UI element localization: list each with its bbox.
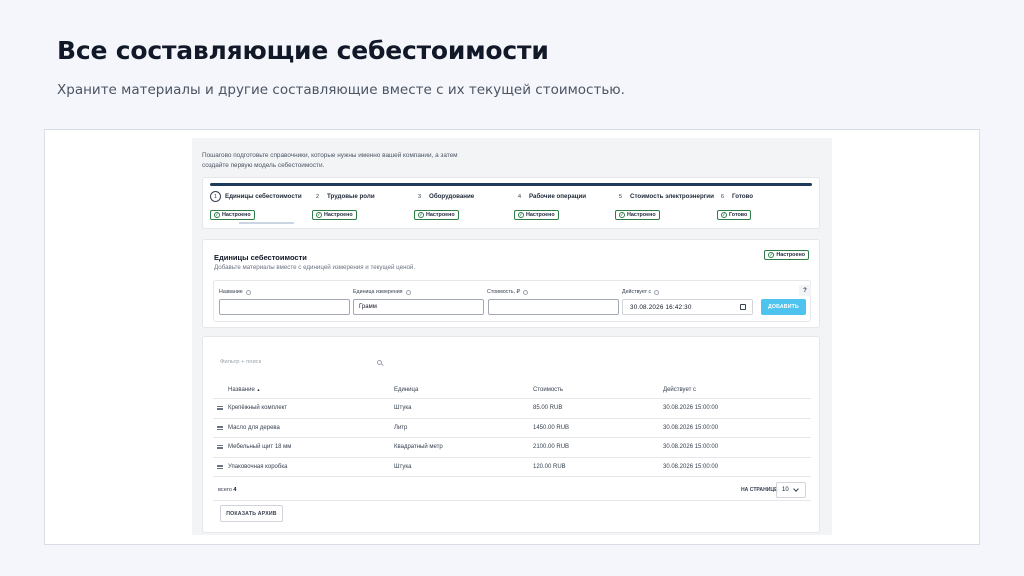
intro-text: Пошагово подготовьте справочники, которы… [202, 152, 458, 169]
unit-field[interactable]: Грамм [353, 299, 484, 315]
date-value: 30.08.2026 16:42:30 [630, 303, 692, 311]
active-step-indicator [239, 222, 294, 224]
step-number: 6 [717, 191, 728, 202]
step-number: 4 [514, 191, 525, 202]
status-badge: ✓ Настроено [615, 210, 660, 221]
step-number: 3 [414, 191, 425, 202]
cell-cost: 120.00 RUB [533, 463, 566, 470]
table-row[interactable]: Крепёжный комплект Штука 85.00 RUB 30.08… [213, 399, 811, 419]
info-icon[interactable] [405, 289, 411, 295]
step-label: Единицы себестоимости [225, 193, 302, 200]
table-header: Название ▲ Единица Стоимость Действует с [213, 381, 811, 399]
drag-handle-icon[interactable] [217, 406, 223, 410]
step-label: Оборудование [429, 193, 475, 200]
cell-name: Масло для дерева [228, 424, 280, 431]
drag-handle-icon[interactable] [217, 425, 223, 430]
units-table-card: Фильтр + поиск Название ▲ Единица Стоимо… [202, 336, 820, 533]
cost-label: Стоимость, ₽ [487, 289, 528, 295]
cell-date: 30.08.2026 15:00:00 [663, 444, 719, 450]
status-badge: ✓ Настроено [312, 210, 357, 221]
show-archive-button[interactable]: ПОКАЗАТЬ АРХИВ [220, 505, 283, 522]
check-icon: ✓ [721, 212, 727, 219]
per-page-label: НА СТРАНИЦЕ [741, 487, 778, 493]
table-row[interactable]: Мебельный щит 18 мм Квадратный метр 2100… [213, 438, 811, 458]
page-subtitle: Храните материалы и другие составляющие … [57, 82, 625, 98]
check-icon: ✓ [768, 251, 775, 258]
cell-unit: Литр [394, 424, 408, 431]
cell-name: Упаковочная коробка [228, 463, 288, 470]
page-title: Все составляющие себестоимости [57, 36, 549, 65]
cell-cost: 2100.00 RUB [533, 444, 570, 450]
cell-date: 30.08.2026 15:00:00 [663, 405, 719, 411]
step-done[interactable]: 6 Готово ✓ Готово [717, 190, 753, 221]
step-cost-units[interactable]: 1 Единицы себестоимости ✓ Настроено [210, 190, 302, 221]
status-badge: ✓ Настроено [764, 250, 809, 260]
step-label: Трудовые роли [327, 193, 375, 200]
cell-unit: Штука [394, 405, 412, 411]
step-work-operations[interactable]: 4 Рабочие операции ✓ Настроено [514, 190, 586, 221]
step-label: Стоимость электроэнергии [630, 193, 714, 200]
step-number: 2 [312, 191, 323, 202]
step-number: 1 [210, 191, 221, 202]
column-header-cost[interactable]: Стоимость [533, 387, 563, 393]
cost-units-section: Единицы себестоимости Добавьте материалы… [202, 239, 820, 328]
step-electricity-cost[interactable]: 5 Стоимость электроэнергии ✓ Настроено [615, 190, 714, 221]
total-count: всего 4 [218, 487, 237, 493]
column-header-unit[interactable]: Единица [394, 387, 418, 393]
filter-search-input[interactable]: Фильтр + поиск [220, 359, 382, 369]
name-label: Название [219, 289, 251, 295]
progress-bar [210, 183, 812, 186]
status-badge: ✓ Готово [717, 210, 752, 221]
table-row[interactable]: Масло для дерева Литр 1450.00 RUB 30.08.… [213, 419, 811, 438]
cell-name: Крепёжный комплект [228, 405, 288, 411]
sort-asc-icon: ▲ [256, 387, 261, 392]
status-badge: ✓ Настроено [514, 210, 559, 221]
cell-date: 30.08.2026 15:00:00 [663, 463, 719, 470]
status-badge: ✓ Настроено [210, 210, 255, 221]
step-number: 5 [615, 191, 626, 202]
cell-name: Мебельный щит 18 мм [228, 444, 292, 450]
step-labor-roles[interactable]: 2 Трудовые роли ✓ Настроено [312, 190, 375, 221]
per-page-select[interactable]: 10 [776, 482, 806, 498]
cell-cost: 1450.00 RUB [533, 424, 570, 431]
step-label: Рабочие операции [529, 193, 587, 200]
cell-date: 30.08.2026 15:00:00 [663, 424, 719, 431]
calendar-icon[interactable] [740, 304, 746, 310]
unit-label: Единица измерения [353, 289, 411, 295]
cost-field[interactable] [488, 299, 619, 315]
divider [213, 500, 811, 501]
info-icon[interactable] [522, 289, 528, 295]
section-description: Добавьте материалы вместе с единицей изм… [214, 264, 416, 271]
check-icon: ✓ [518, 212, 524, 219]
check-icon: ✓ [619, 212, 625, 219]
column-header-name[interactable]: Название ▲ [228, 387, 260, 393]
table-row[interactable]: Упаковочная коробка Штука 120.00 RUB 30.… [213, 458, 811, 477]
cell-unit: Штука [394, 463, 412, 470]
status-badge: ✓ Настроено [414, 210, 459, 221]
date-label: Действует с [622, 289, 660, 295]
check-icon: ✓ [214, 212, 220, 219]
cell-unit: Квадратный метр [394, 444, 443, 450]
section-title: Единицы себестоимости [214, 253, 307, 262]
search-icon [377, 360, 382, 365]
step-label: Готово [732, 193, 754, 200]
column-header-date[interactable]: Действует с [663, 387, 696, 393]
info-icon[interactable] [654, 289, 660, 295]
drag-handle-icon[interactable] [217, 464, 223, 469]
info-icon[interactable] [245, 289, 251, 295]
app-window: Пошагово подготовьте справочники, которы… [192, 138, 832, 535]
name-field[interactable] [219, 299, 350, 315]
cell-cost: 85.00 RUB [533, 405, 563, 411]
add-button[interactable]: ДОБАВИТЬ [761, 299, 806, 315]
drag-handle-icon[interactable] [217, 445, 223, 449]
check-icon: ✓ [316, 212, 322, 219]
add-unit-form: Название Единица измерения Грамм Стоимос… [213, 280, 811, 322]
check-icon: ✓ [418, 212, 424, 219]
setup-stepper: 1 Единицы себестоимости ✓ Настроено 2 Трудо… [202, 177, 820, 229]
chevron-down-icon [792, 486, 799, 492]
step-equipment[interactable]: 3 Оборудование ✓ Настроено [414, 190, 474, 221]
help-button[interactable]: ? [799, 285, 811, 296]
date-field[interactable]: 30.08.2026 16:42:30 [622, 299, 753, 315]
